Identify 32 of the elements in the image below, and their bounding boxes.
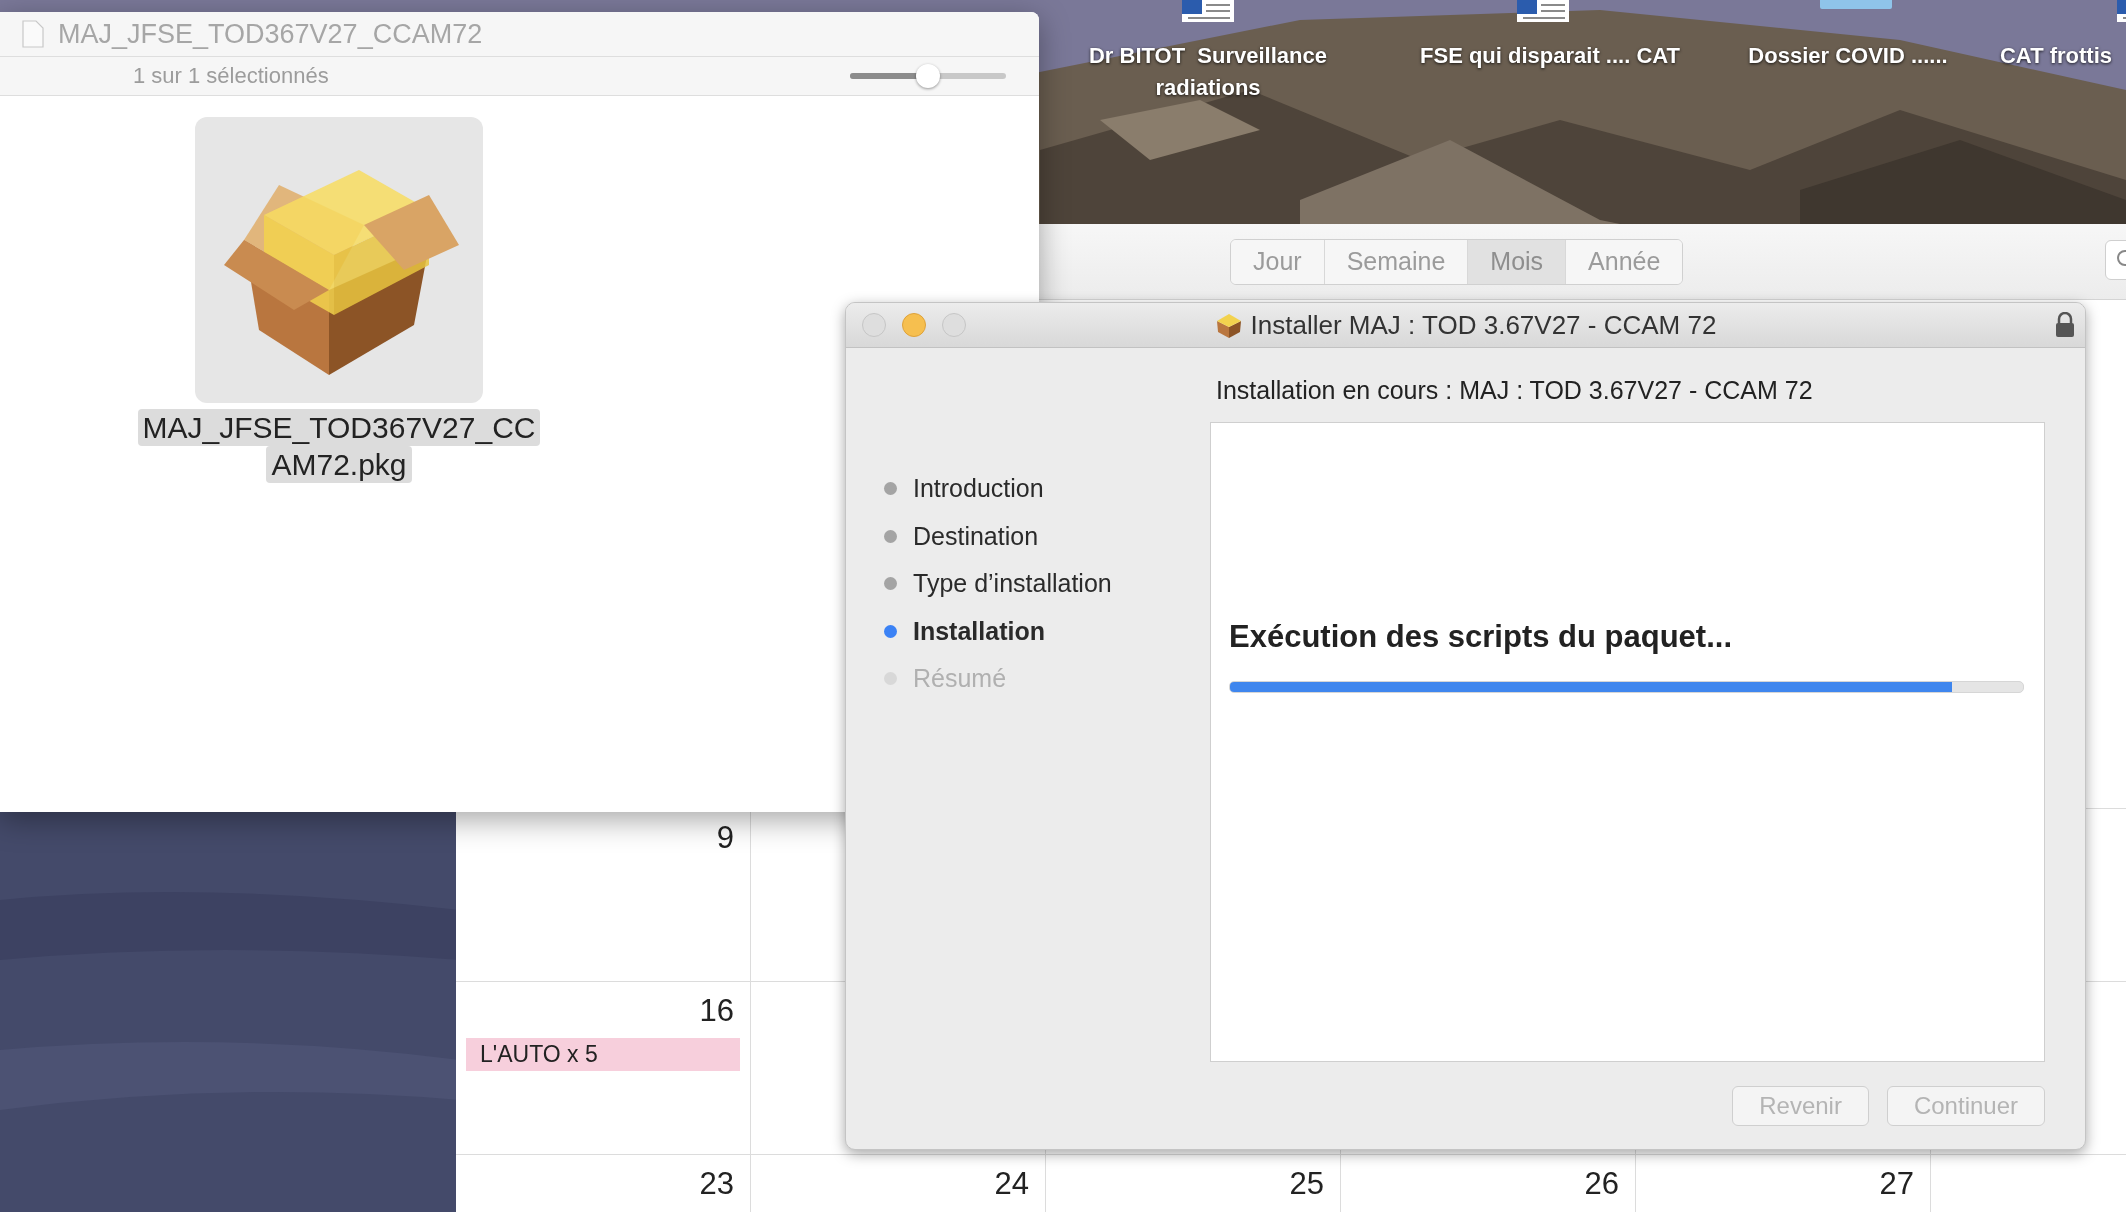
desktop-icon-label[interactable]: Dossier COVID ......	[1748, 40, 1948, 72]
file-icon-frame[interactable]	[195, 117, 483, 403]
lock-icon[interactable]	[2055, 312, 2075, 338]
day-number: 27	[1879, 1167, 1914, 1201]
day-number: 9	[716, 821, 734, 855]
package-icon	[1214, 312, 1243, 338]
view-tab[interactable]: Mois	[1468, 239, 1567, 284]
document-icon[interactable]	[1180, 0, 1236, 24]
day-number: 25	[1289, 1167, 1324, 1201]
step-label: Type d’installation	[913, 569, 1112, 599]
calendar-event[interactable]: L'AUTO x 5	[466, 1038, 740, 1071]
document-icon	[22, 20, 44, 48]
status-message: Exécution des scripts du paquet...	[1229, 619, 1733, 655]
view-tab[interactable]: Jour	[1231, 239, 1325, 284]
step-label: Résumé	[913, 664, 1007, 694]
day-number: 24	[994, 1167, 1029, 1201]
day-number: 26	[1584, 1167, 1619, 1201]
slider-thumb[interactable]	[916, 64, 940, 88]
window-title: MAJ_JFSE_TOD367V27_CCAM72	[58, 18, 483, 50]
desktop-icon-label[interactable]: Dr BITOT Surveillance radiations	[1058, 40, 1358, 104]
step-label: Installation	[913, 616, 1045, 646]
step-label: Destination	[913, 521, 1039, 551]
desktop-icon-label[interactable]: CAT frottis	[2000, 40, 2112, 72]
day-number: 23	[699, 1167, 734, 1201]
desktop-icon-label[interactable]: FSE qui disparait .... CAT	[1420, 40, 1680, 72]
step-label: Introduction	[913, 474, 1044, 504]
folder-icon[interactable]	[1820, 0, 1892, 10]
window-title: Installer MAJ : TOD 3.67V27 - CCAM 72	[1250, 309, 1717, 341]
document-icon[interactable]	[1515, 0, 1571, 24]
day-number: 16	[699, 994, 734, 1028]
selection-count: 1 sur 1 sélectionnés	[133, 63, 329, 89]
install-heading: Installation en cours : MAJ : TOD 3.67V27 - CCAM 72	[1215, 375, 1814, 406]
